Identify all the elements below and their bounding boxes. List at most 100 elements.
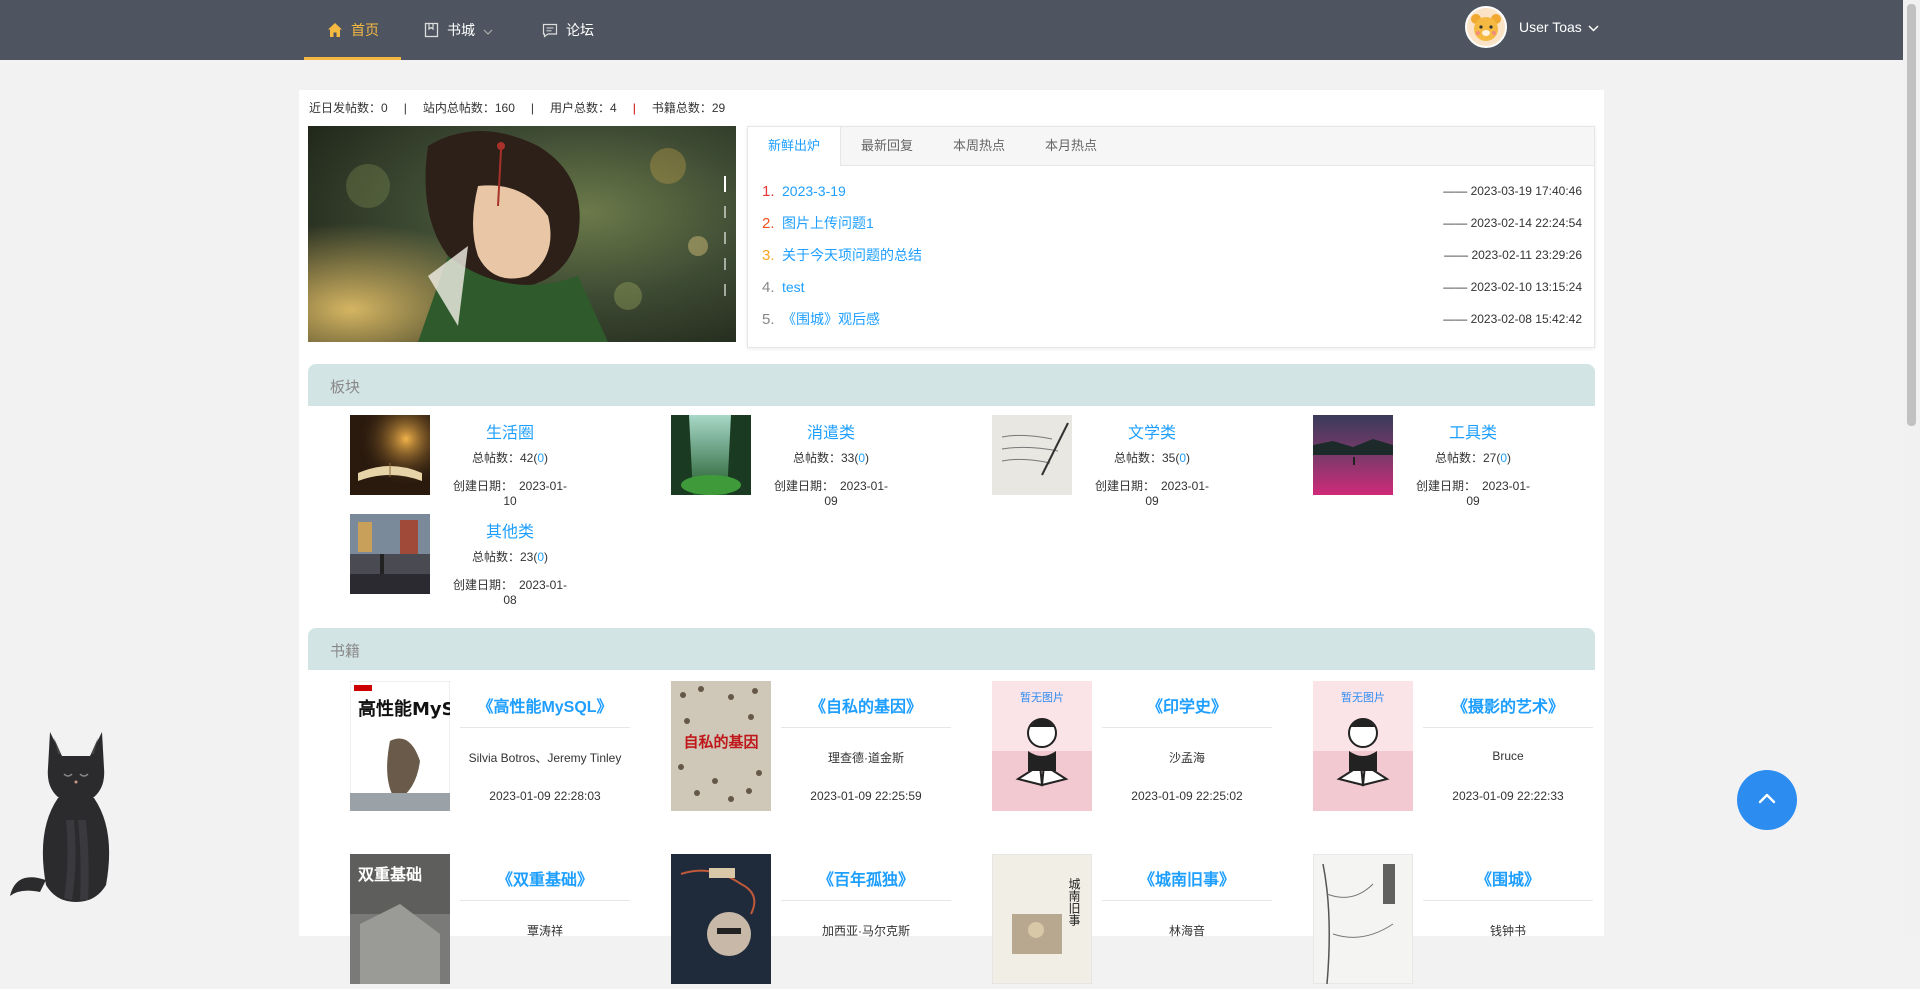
board-created-label: 创建日期： bbox=[452, 479, 513, 493]
post-time: —— 2023-02-08 15:42:42 bbox=[1443, 312, 1582, 326]
board-created-date: 创建日期： 2023-01-09 bbox=[1413, 477, 1533, 508]
book-title[interactable]: 《高性能MySQL》 bbox=[460, 693, 630, 728]
nav-forum[interactable]: 论坛 bbox=[542, 0, 594, 60]
carousel-dot[interactable] bbox=[724, 206, 726, 218]
post-tabs-panel: 新鲜出炉 最新回复 本周热点 本月热点 1. 2023-3-19 —— 2023… bbox=[747, 126, 1595, 348]
boards-section-header: 板块 bbox=[308, 364, 1595, 406]
board-posts-label: 总帖数： bbox=[792, 451, 841, 465]
book-author: Bruce bbox=[1492, 749, 1524, 763]
page-scrollbar[interactable] bbox=[1903, 0, 1920, 936]
post-title-link[interactable]: 图片上传问题1 bbox=[782, 213, 874, 233]
tab-recent-replies[interactable]: 最新回复 bbox=[841, 127, 933, 165]
book-title[interactable]: 《自私的基因》 bbox=[781, 693, 951, 728]
list-item: 3. 关于今天项问题的总结 —— 2023-02-11 23:29:26 bbox=[762, 245, 1582, 265]
recent-posts-value: 0 bbox=[381, 100, 388, 115]
book-cover: 高性能MySQL bbox=[350, 681, 450, 811]
post-time: —— 2023-02-11 23:29:26 bbox=[1444, 248, 1582, 262]
book-card[interactable]: 城南旧事 《城南旧事》 林海音 bbox=[992, 854, 1304, 989]
list-item: 4. test —— 2023-02-10 13:15:24 bbox=[762, 277, 1582, 297]
books-section-header: 书籍 bbox=[308, 628, 1595, 670]
book-title[interactable]: 《百年孤独》 bbox=[781, 866, 951, 901]
nav-home[interactable]: 首页 bbox=[327, 0, 379, 60]
board-thumbnail bbox=[671, 415, 751, 495]
cat-mascot[interactable] bbox=[6, 720, 146, 910]
tab-latest[interactable]: 新鲜出炉 bbox=[748, 127, 842, 166]
board-new-count: 0 bbox=[537, 550, 545, 564]
banner-carousel[interactable] bbox=[308, 126, 736, 342]
board-created-label: 创建日期： bbox=[1094, 479, 1155, 493]
book-title[interactable]: 《摄影的艺术》 bbox=[1423, 693, 1593, 728]
separator: | bbox=[403, 100, 407, 115]
book-cover: 城南旧事 bbox=[992, 854, 1092, 984]
book-cover-placeholder: 暂无图片 bbox=[1313, 681, 1413, 811]
banner-image bbox=[308, 126, 736, 342]
book-date: 2023-01-09 22:28:03 bbox=[489, 789, 601, 803]
user-menu[interactable]: User Toas bbox=[1465, 6, 1599, 48]
tab-weekly-hot[interactable]: 本周热点 bbox=[933, 127, 1025, 165]
book-date: 2023-01-09 22:25:02 bbox=[1131, 789, 1243, 803]
top-navbar: 首页 书城 论坛 User Toas bbox=[0, 0, 1903, 60]
book-card[interactable]: 自私的基因 《自私的基因》 理查德·道金斯 2023-01-09 22:25:5… bbox=[671, 681, 983, 816]
active-nav-indicator bbox=[304, 57, 401, 60]
book-title[interactable]: 《城南旧事》 bbox=[1102, 866, 1272, 901]
board-name[interactable]: 消遣类 bbox=[771, 419, 891, 443]
nav-books[interactable]: 书城 bbox=[424, 0, 493, 60]
board-new-count: 0 bbox=[1179, 451, 1187, 465]
board-name[interactable]: 工具类 bbox=[1413, 419, 1533, 443]
board-posts-value: 33 bbox=[840, 451, 855, 465]
board-created-date: 创建日期： 2023-01-08 bbox=[450, 576, 570, 607]
board-created-date: 创建日期： 2023-01-09 bbox=[771, 477, 891, 508]
total-books-label: 书籍总数： bbox=[651, 101, 712, 115]
post-rank: 3. bbox=[762, 246, 775, 264]
book-card[interactable]: 双重基础 《双重基础》 覃涛祥 bbox=[350, 854, 662, 989]
carousel-dot[interactable] bbox=[724, 176, 726, 192]
book-card[interactable]: 暂无图片 《印学史》 沙孟海 2023-01-09 22:25:02 bbox=[992, 681, 1304, 816]
book-author: Silvia Botros、Jeremy Tinley bbox=[468, 751, 622, 765]
post-time: —— 2023-03-19 17:40:46 bbox=[1443, 184, 1582, 198]
board-name[interactable]: 生活圈 bbox=[450, 419, 570, 443]
board-name[interactable]: 文学类 bbox=[1092, 419, 1212, 443]
carousel-dot[interactable] bbox=[724, 232, 726, 244]
board-name[interactable]: 其他类 bbox=[450, 518, 570, 542]
post-title-link[interactable]: 关于今天项问题的总结 bbox=[782, 245, 922, 265]
carousel-dot[interactable] bbox=[724, 258, 726, 270]
board-card[interactable]: 工具类 总帖数：27(0) 创建日期： 2023-01-09 bbox=[1313, 415, 1613, 508]
chevron-down-icon bbox=[483, 22, 493, 38]
post-title-link[interactable]: 《围城》观后感 bbox=[782, 309, 880, 329]
post-rank: 2. bbox=[762, 214, 775, 232]
post-title-link[interactable]: 2023-3-19 bbox=[782, 183, 846, 199]
nav-home-label: 首页 bbox=[351, 22, 379, 38]
section-title: 书籍 bbox=[330, 643, 361, 660]
board-new-count: 0 bbox=[858, 451, 866, 465]
book-card[interactable]: 高性能MySQL 《高性能MySQL》 Silvia Botros、Jeremy… bbox=[350, 681, 662, 816]
board-card[interactable]: 生活圈 总帖数：42(0) 创建日期： 2023-01-10 bbox=[350, 415, 650, 508]
book-author: 林海音 bbox=[1168, 924, 1205, 938]
scrollbar-thumb[interactable] bbox=[1907, 4, 1916, 426]
main-container: 近日发帖数： 0 | 站内总帖数： 160 | 用户总数： 4 | 书籍总数： … bbox=[299, 90, 1604, 984]
board-card[interactable]: 其他类 总帖数：23(0) 创建日期： 2023-01-08 bbox=[350, 514, 650, 607]
post-time: —— 2023-02-10 13:15:24 bbox=[1443, 280, 1582, 294]
board-card[interactable]: 文学类 总帖数：35(0) 创建日期： 2023-01-09 bbox=[992, 415, 1292, 508]
book-cover: 自私的基因 bbox=[671, 681, 771, 811]
separator: | bbox=[632, 100, 636, 115]
carousel-dot[interactable] bbox=[724, 284, 726, 296]
post-title-link[interactable]: test bbox=[782, 279, 805, 295]
book-title[interactable]: 《印学史》 bbox=[1102, 693, 1272, 728]
tab-monthly-hot[interactable]: 本月热点 bbox=[1025, 127, 1117, 165]
board-posts-label: 总帖数： bbox=[471, 451, 520, 465]
board-card[interactable]: 消遣类 总帖数：33(0) 创建日期： 2023-01-09 bbox=[671, 415, 971, 508]
book-card[interactable]: 暂无图片 《摄影的艺术》 Bruce 2023-01-09 22:22:33 bbox=[1313, 681, 1625, 816]
book-title[interactable]: 《双重基础》 bbox=[460, 866, 630, 901]
placeholder-label: 暂无图片 bbox=[1020, 691, 1064, 704]
board-posts-label: 总帖数： bbox=[1434, 451, 1483, 465]
book-cover-title: 自私的基因 bbox=[683, 733, 758, 751]
list-item: 2. 图片上传问题1 —— 2023-02-14 22:24:54 bbox=[762, 213, 1582, 233]
book-card[interactable]: 《围城》 钱钟书 bbox=[1313, 854, 1625, 989]
post-rank: 1. bbox=[762, 182, 775, 200]
book-card[interactable]: 《百年孤独》 加西亚·马尔克斯 bbox=[671, 854, 983, 989]
book-title[interactable]: 《围城》 bbox=[1423, 866, 1593, 901]
board-thumbnail bbox=[1313, 415, 1393, 495]
back-to-top-button[interactable] bbox=[1737, 770, 1797, 830]
board-posts-value: 42 bbox=[519, 451, 534, 465]
book-cover: 双重基础 bbox=[350, 854, 450, 984]
